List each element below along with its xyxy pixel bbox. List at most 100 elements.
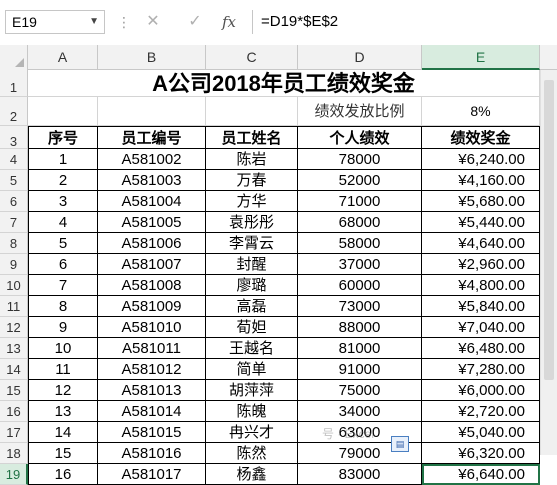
table-cell[interactable]: 83000 (298, 464, 422, 485)
row-header-8[interactable]: 8 (0, 233, 28, 254)
paste-options-icon[interactable]: ▤ (391, 436, 409, 452)
table-cell[interactable]: A581009 (98, 296, 206, 317)
row-header-11[interactable]: 11 (0, 296, 28, 317)
table-cell[interactable]: 4 (28, 212, 98, 233)
table-cell[interactable]: 10 (28, 338, 98, 359)
row-header-16[interactable]: 16 (0, 401, 28, 422)
table-cell[interactable]: 11 (28, 359, 98, 380)
table-cell[interactable]: 52000 (298, 170, 422, 191)
table-cell[interactable]: 冉兴才 (206, 422, 298, 443)
table-cell[interactable]: 简单 (206, 359, 298, 380)
table-cell[interactable]: 2 (28, 170, 98, 191)
bonus-cell[interactable]: ¥4,640.00 (422, 233, 540, 254)
table-cell[interactable]: 81000 (298, 338, 422, 359)
ratio-value-cell[interactable]: 8% (422, 97, 540, 126)
row-header-1[interactable]: 1 (0, 70, 28, 97)
table-cell[interactable]: 万春 (206, 170, 298, 191)
bonus-cell[interactable]: ¥6,480.00 (422, 338, 540, 359)
table-cell[interactable]: 荀妲 (206, 317, 298, 338)
column-header-a[interactable]: A (28, 45, 98, 70)
table-cell[interactable]: 陈岩 (206, 149, 298, 170)
table-cell[interactable]: 73000 (298, 296, 422, 317)
table-cell[interactable]: 1 (28, 149, 98, 170)
bonus-cell[interactable]: ¥5,440.00 (422, 212, 540, 233)
bonus-cell[interactable]: ¥6,320.00 (422, 443, 540, 464)
table-cell[interactable]: 封醒 (206, 254, 298, 275)
row-header-17[interactable]: 17 (0, 422, 28, 443)
row-header-14[interactable]: 14 (0, 359, 28, 380)
column-header-c[interactable]: C (206, 45, 298, 70)
table-cell[interactable]: 68000 (298, 212, 422, 233)
table-cell[interactable]: 14 (28, 422, 98, 443)
table-cell[interactable]: A581017 (98, 464, 206, 485)
title-cell[interactable]: A公司2018年员工绩效奖金 (28, 70, 540, 97)
row-header-7[interactable]: 7 (0, 212, 28, 233)
table-cell[interactable]: 王越名 (206, 338, 298, 359)
bonus-cell[interactable]: ¥6,000.00 (422, 380, 540, 401)
row-header-6[interactable]: 6 (0, 191, 28, 212)
table-cell[interactable]: A581005 (98, 212, 206, 233)
row-header-13[interactable]: 13 (0, 338, 28, 359)
bonus-cell[interactable]: ¥5,680.00 (422, 191, 540, 212)
table-cell[interactable]: 60000 (298, 275, 422, 296)
table-cell[interactable]: A581006 (98, 233, 206, 254)
bonus-cell[interactable]: ¥4,160.00 (422, 170, 540, 191)
row-header-2[interactable]: 2 (0, 97, 28, 126)
table-cell[interactable]: 71000 (298, 191, 422, 212)
cancel-icon[interactable]: ✕ (138, 10, 168, 34)
cell-c2[interactable] (206, 97, 298, 126)
table-cell[interactable]: A581002 (98, 149, 206, 170)
table-cell[interactable]: 91000 (298, 359, 422, 380)
row-header-4[interactable]: 4 (0, 149, 28, 170)
row-header-15[interactable]: 15 (0, 380, 28, 401)
cell-b2[interactable] (98, 97, 206, 126)
table-cell[interactable]: 6 (28, 254, 98, 275)
table-cell[interactable]: 34000 (298, 401, 422, 422)
table-cell[interactable]: A581015 (98, 422, 206, 443)
ratio-label-cell[interactable]: 绩效发放比例 (298, 97, 422, 126)
row-header-9[interactable]: 9 (0, 254, 28, 275)
bonus-cell[interactable]: ¥2,960.00 (422, 254, 540, 275)
table-header-cell[interactable]: 员工编号 (98, 126, 206, 149)
table-cell[interactable]: 杨鑫 (206, 464, 298, 485)
table-cell[interactable]: A581004 (98, 191, 206, 212)
table-cell[interactable]: 5 (28, 233, 98, 254)
chevron-down-icon[interactable]: ▼ (89, 11, 99, 33)
column-header-b[interactable]: B (98, 45, 206, 70)
table-cell[interactable]: 75000 (298, 380, 422, 401)
table-header-cell[interactable]: 绩效奖金 (422, 126, 540, 149)
bonus-cell[interactable]: ¥6,240.00 (422, 149, 540, 170)
row-header-19[interactable]: 19 (0, 464, 28, 485)
table-cell[interactable]: A581007 (98, 254, 206, 275)
table-cell[interactable]: 9 (28, 317, 98, 338)
drag-handle-icon[interactable]: ⋮ (117, 12, 131, 32)
name-box[interactable]: E19 ▼ (5, 10, 105, 34)
table-cell[interactable]: 李霄云 (206, 233, 298, 254)
row-header-5[interactable]: 5 (0, 170, 28, 191)
table-cell[interactable]: A581010 (98, 317, 206, 338)
select-all-corner[interactable] (0, 45, 28, 70)
table-cell[interactable]: 胡萍萍 (206, 380, 298, 401)
table-cell[interactable]: 78000 (298, 149, 422, 170)
cell-a2[interactable] (28, 97, 98, 126)
table-cell[interactable]: 方华 (206, 191, 298, 212)
enter-check-icon[interactable]: ✓ (180, 10, 210, 34)
bonus-cell[interactable]: ¥5,840.00 (422, 296, 540, 317)
table-cell[interactable]: 7 (28, 275, 98, 296)
table-cell[interactable]: 12 (28, 380, 98, 401)
row-header-10[interactable]: 10 (0, 275, 28, 296)
bonus-cell[interactable]: ¥5,040.00 (422, 422, 540, 443)
table-cell[interactable]: A581012 (98, 359, 206, 380)
table-cell[interactable]: 陈然 (206, 443, 298, 464)
table-cell[interactable]: 袁彤彤 (206, 212, 298, 233)
formula-input[interactable]: =D19*$E$2 (252, 10, 557, 34)
table-cell[interactable]: 廖璐 (206, 275, 298, 296)
row-header-3[interactable]: 3 (0, 126, 28, 149)
table-cell[interactable]: A581008 (98, 275, 206, 296)
table-cell[interactable]: 13 (28, 401, 98, 422)
bonus-cell[interactable]: ¥7,040.00 (422, 317, 540, 338)
table-cell[interactable]: 16 (28, 464, 98, 485)
table-cell[interactable]: 3 (28, 191, 98, 212)
table-header-cell[interactable]: 序号 (28, 126, 98, 149)
column-header-e[interactable]: E (422, 45, 540, 70)
